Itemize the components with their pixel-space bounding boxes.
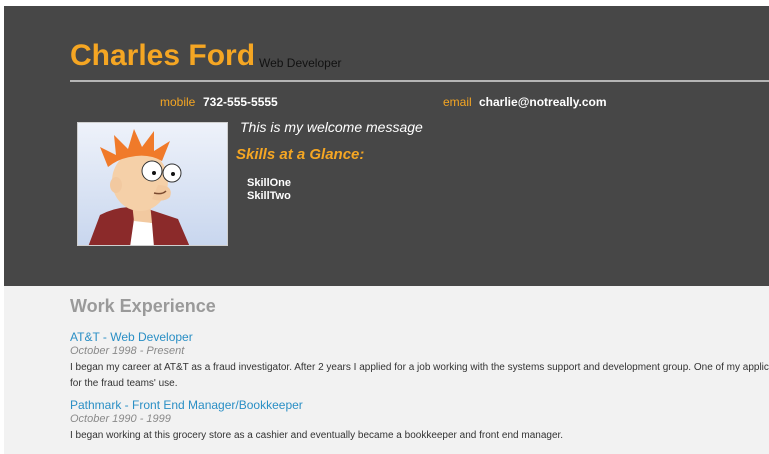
job-dates-pathmark: October 1990 - 1999 — [70, 413, 171, 425]
work-experience-heading: Work Experience — [70, 296, 216, 316]
job-dates-att: October 1998 - Present — [70, 345, 185, 357]
welcome-message: This is my welcome message — [240, 119, 423, 135]
person-name: Charles Ford — [70, 39, 256, 72]
skills-list: SkillOne SkillTwo — [247, 177, 291, 203]
skill-item: SkillTwo — [247, 190, 291, 202]
avatar-cartoon — [78, 123, 227, 245]
skill-item: SkillOne — [247, 177, 292, 189]
job-description-pathmark: I began working at this grocery store as… — [70, 430, 564, 441]
header-section: Charles Ford Web Developer mobile 732-55… — [4, 6, 769, 286]
mobile-value: 732-555-5555 — [203, 95, 278, 109]
job-description-att: I began my career at AT&T as a fraud inv… — [70, 362, 769, 389]
job-title-att[interactable]: AT&T - Web Developer — [70, 330, 193, 344]
email-value[interactable]: charlie@notreally.com — [479, 95, 607, 109]
job-title-pathmark[interactable]: Pathmark - Front End Manager/Bookkeeper — [70, 398, 303, 412]
resume-page: Charles Ford Web Developer mobile 732-55… — [4, 6, 769, 454]
profile-avatar — [77, 122, 228, 246]
email-label: email — [443, 95, 472, 109]
header-divider — [70, 80, 769, 82]
mobile-label: mobile — [160, 95, 196, 109]
person-role: Web Developer — [259, 56, 342, 70]
skills-heading: Skills at a Glance: — [236, 146, 365, 163]
